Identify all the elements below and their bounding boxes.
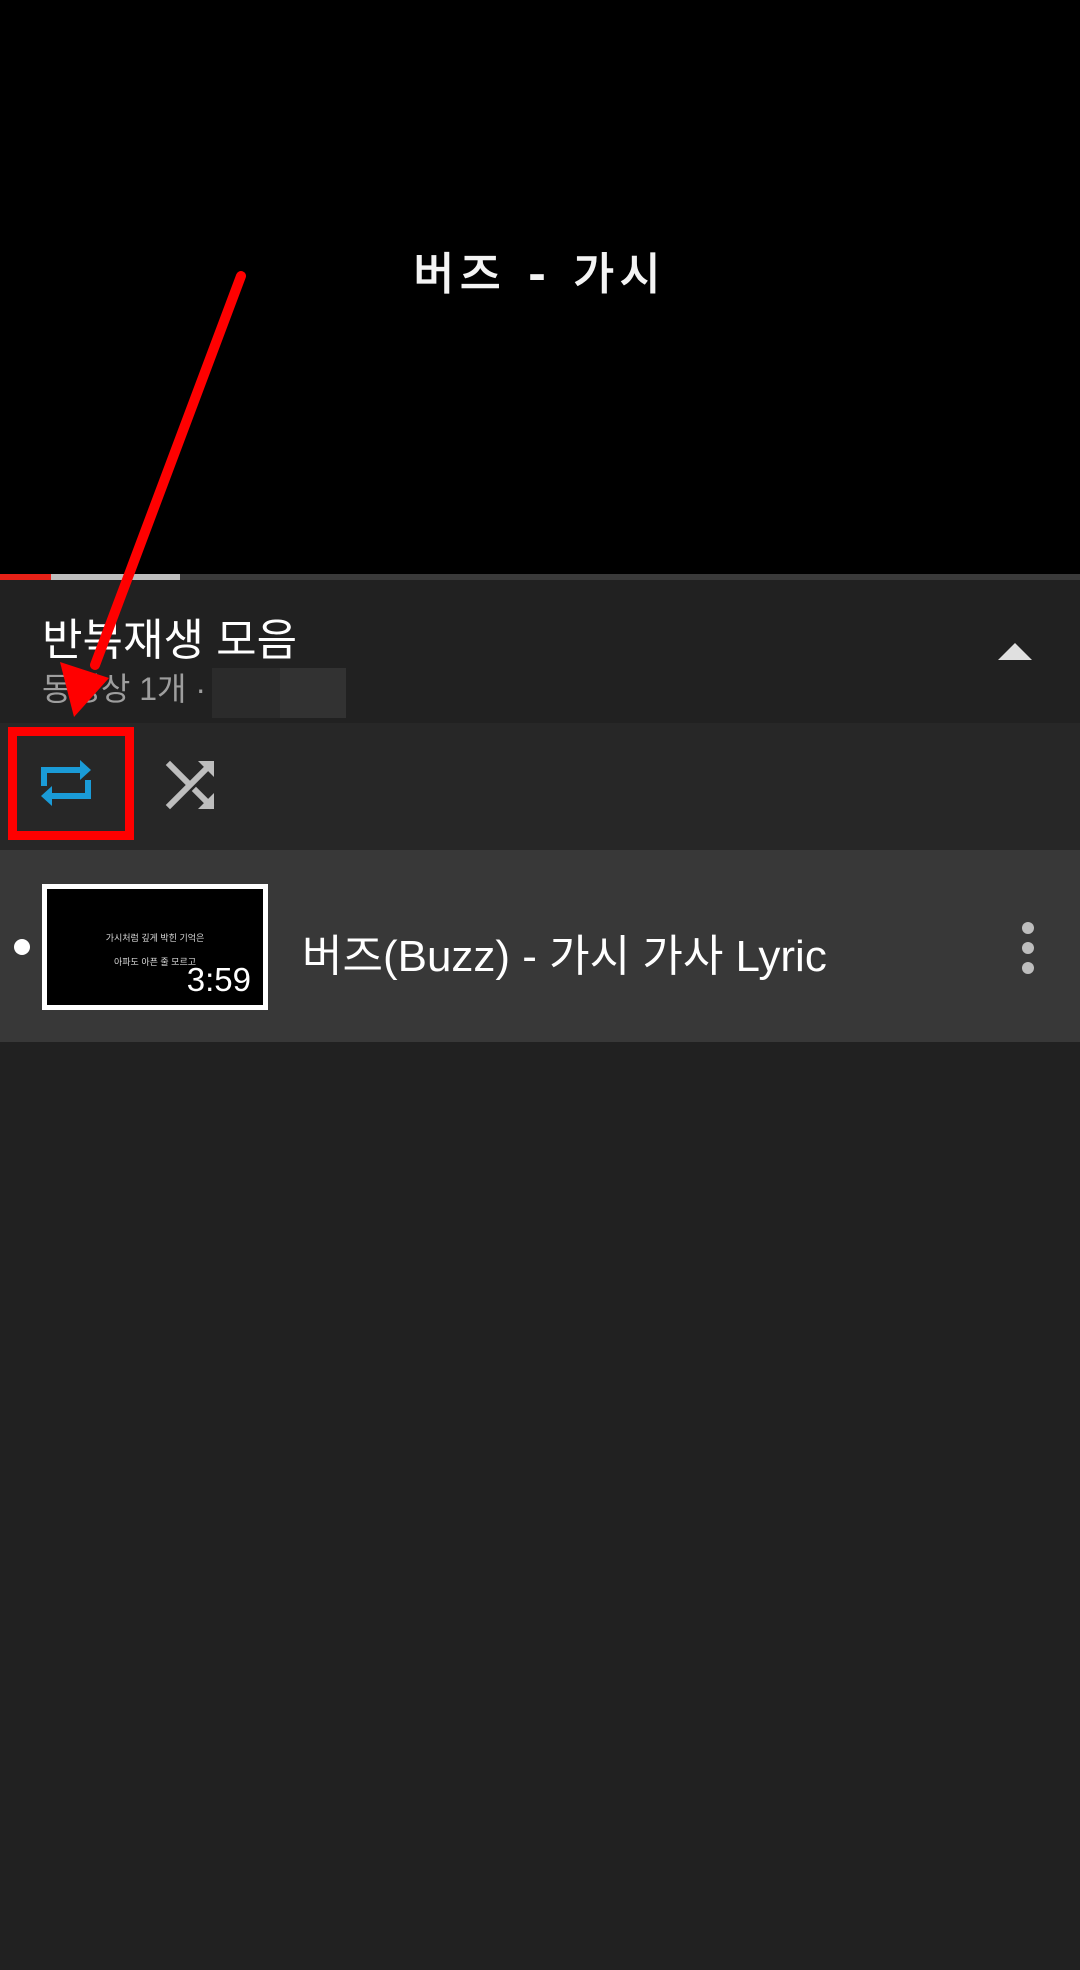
more-options-button[interactable] <box>1010 918 1046 978</box>
shuffle-playlist-button[interactable] <box>150 741 234 825</box>
collapse-playlist-button[interactable] <box>990 632 1040 672</box>
video-player[interactable]: 버즈 - 가시 <box>0 0 1080 574</box>
now-playing-indicator <box>14 939 30 955</box>
playlist-item[interactable]: 가시처럼 깊게 박힌 기억은 아파도 아픈 줄 모르고 3:59 버즈(Buzz… <box>0 850 1080 1042</box>
redacted-owner-name <box>212 668 346 718</box>
video-title[interactable]: 버즈(Buzz) - 가시 가사 Lyric <box>302 920 827 984</box>
playlist-header: 반복재생 모음 동영상 1개 · <box>0 580 1080 723</box>
video-duration: 3:59 <box>186 961 251 998</box>
playlist-subtitle: 동영상 1개 · <box>42 671 206 707</box>
chevron-up-icon <box>998 643 1032 660</box>
playlist-title: 반복재생 모음 <box>42 616 298 665</box>
more-vert-icon <box>1022 922 1034 974</box>
shuffle-icon <box>165 760 215 810</box>
repeat-icon <box>41 760 91 806</box>
loop-playlist-button[interactable] <box>24 741 108 825</box>
thumbnail-lyric-line: 가시처럼 깊게 박힌 기억은 <box>105 933 205 943</box>
playlist-controls <box>0 723 1080 850</box>
video-thumbnail[interactable]: 가시처럼 깊게 박힌 기억은 아파도 아픈 줄 모르고 3:59 <box>42 884 268 1010</box>
video-caption-title: 버즈 - 가시 <box>413 249 667 300</box>
